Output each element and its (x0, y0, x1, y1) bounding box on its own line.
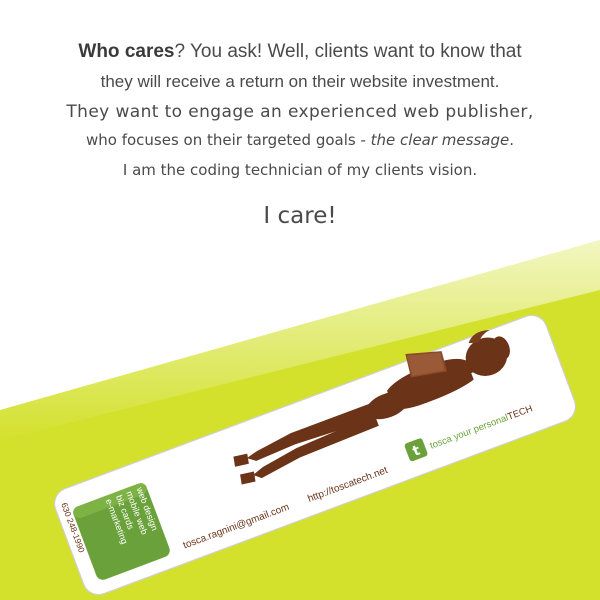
business-card: web design mobile web biz cards e-market… (53, 314, 577, 596)
